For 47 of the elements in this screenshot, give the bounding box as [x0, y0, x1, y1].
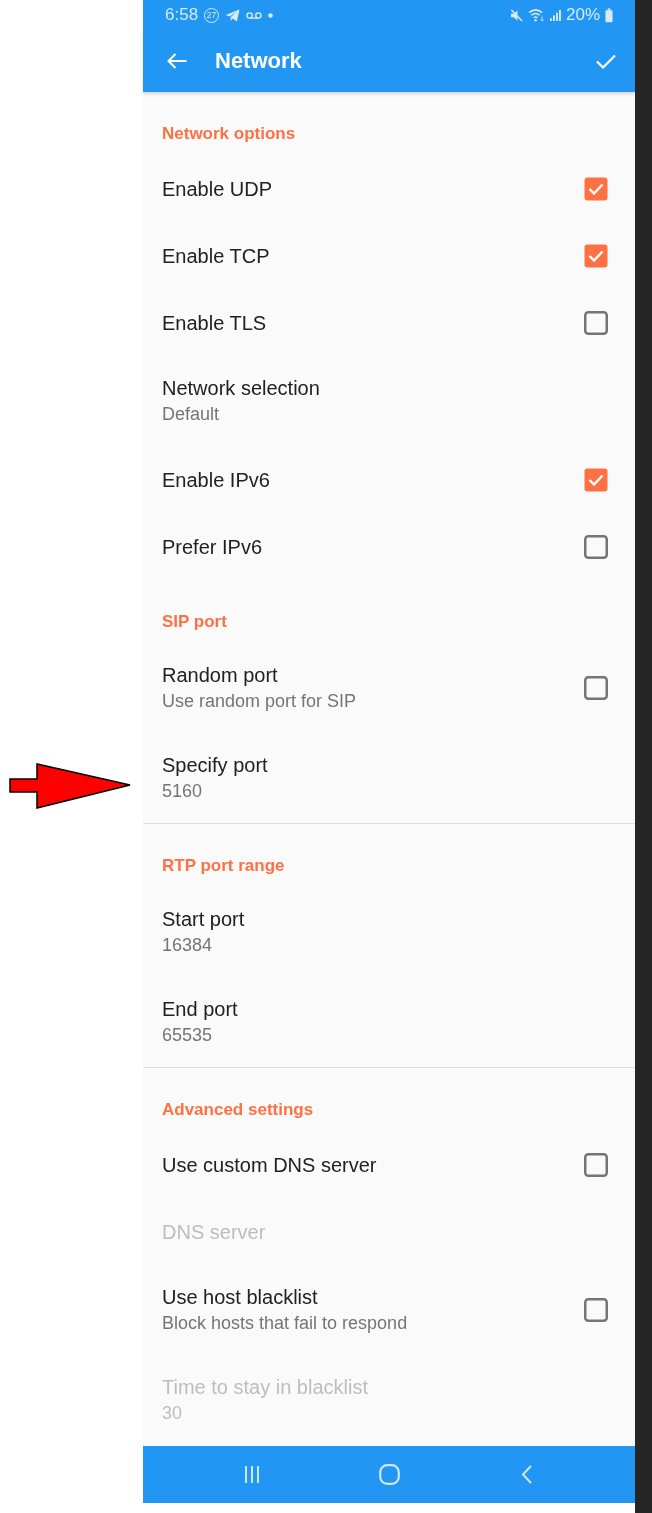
setting-title[interactable]: Network selection [162, 375, 320, 401]
recent-apps-icon[interactable] [244, 1466, 260, 1483]
clock-time: 6:58 [165, 5, 199, 25]
setting-title[interactable]: Enable TCP [162, 242, 270, 269]
setting-title[interactable]: Use custom DNS server [162, 1151, 377, 1178]
back-arrow-icon[interactable] [167, 53, 187, 69]
setting-title[interactable]: Random port [162, 662, 278, 688]
setting-summary: 65535 [162, 1024, 213, 1047]
checkbox[interactable] [584, 1152, 608, 1177]
home-icon[interactable] [378, 1464, 400, 1485]
dot-icon [268, 12, 274, 18]
section-header: Network options [162, 124, 296, 143]
wifi-icon [527, 8, 545, 22]
setting-summary: Use random port for SIP [162, 690, 357, 713]
setting-title[interactable]: Use host blacklist [162, 1284, 318, 1310]
back-icon[interactable] [520, 1465, 532, 1484]
setting-title[interactable]: Enable TLS [162, 309, 267, 336]
section-header: SIP port [162, 612, 227, 631]
section-header: RTP port range [162, 856, 285, 875]
voicemail-icon [246, 11, 263, 19]
mute-icon [509, 8, 523, 22]
checkbox[interactable] [584, 676, 608, 700]
setting-summary: 16384 [162, 934, 213, 957]
signal-icon [549, 9, 561, 21]
setting-title[interactable]: End port [162, 996, 238, 1022]
setting-summary: 5160 [162, 780, 203, 803]
setting-title[interactable]: Specify port [162, 752, 268, 778]
setting-summary: Block hosts that fail to respond [162, 1312, 408, 1335]
paper-plane-icon [225, 8, 241, 22]
screen-title: Network [215, 48, 302, 74]
checkbox[interactable] [584, 176, 608, 201]
setting-summary: 30 [162, 1402, 183, 1425]
setting-summary: Default [162, 403, 220, 426]
arrow-icon [9, 763, 131, 809]
checkmark-icon[interactable] [596, 53, 616, 69]
checkbox[interactable] [584, 243, 608, 268]
section-header: Advanced settings [162, 1100, 314, 1119]
setting-title[interactable]: Start port [162, 906, 245, 932]
battery-percent: 20% [565, 5, 600, 25]
checkbox[interactable] [584, 310, 608, 335]
checkbox[interactable] [584, 467, 608, 492]
setting-title[interactable]: Enable IPv6 [162, 466, 270, 493]
battery-icon [605, 7, 613, 23]
setting-title[interactable]: Prefer IPv6 [162, 533, 263, 560]
checkbox[interactable] [584, 534, 608, 559]
checkbox[interactable] [584, 1298, 608, 1322]
setting-title[interactable]: Enable UDP [162, 175, 273, 202]
